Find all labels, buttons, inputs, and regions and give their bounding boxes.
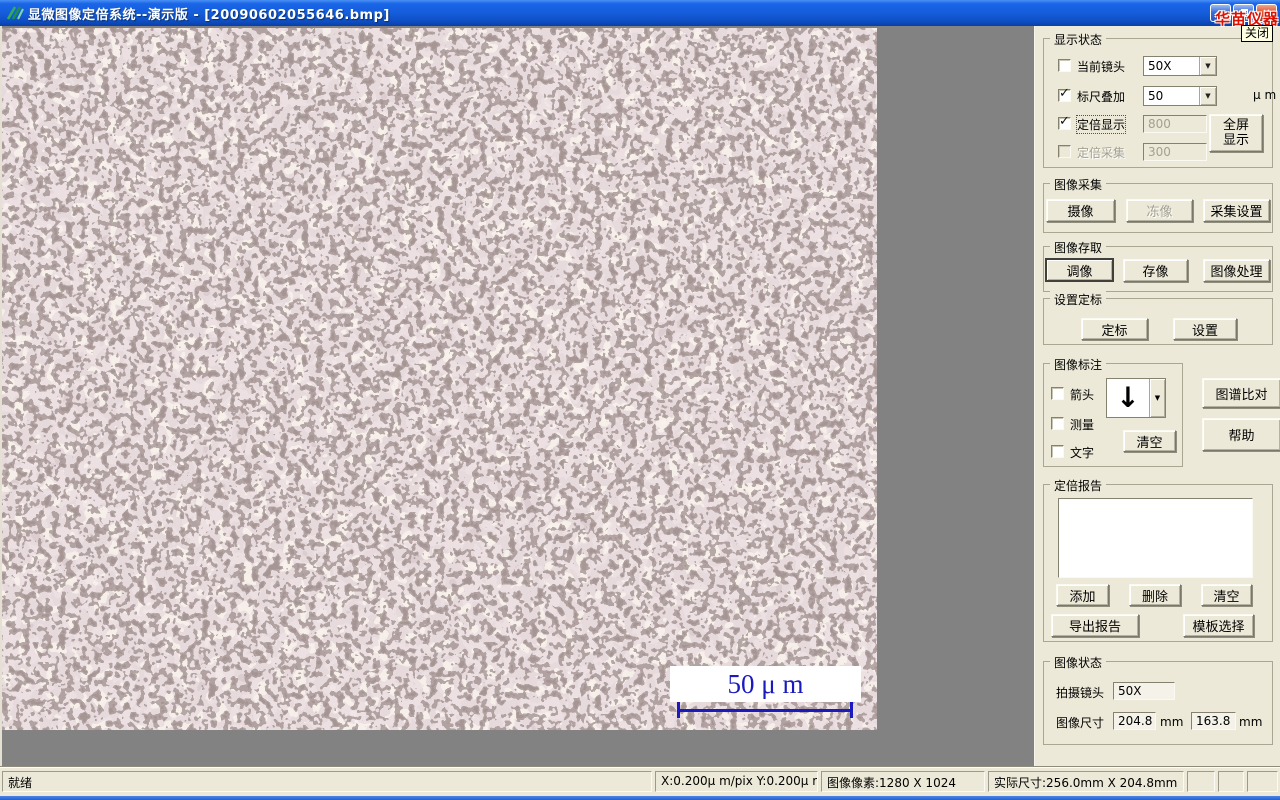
image-width-value: 204.8: [1113, 712, 1156, 730]
chevron-down-icon: ▼: [1205, 62, 1211, 70]
image-process-button[interactable]: 图像处理: [1203, 259, 1270, 282]
report-delete-button[interactable]: 删除: [1129, 584, 1181, 606]
help-button[interactable]: 帮助: [1202, 418, 1280, 451]
current-lens-select[interactable]: 50X ▼: [1143, 56, 1217, 76]
current-lens-value: 50X: [1148, 59, 1172, 73]
group-annotation-title: 图像标注: [1050, 356, 1107, 373]
scale-bar-tick-left: [677, 702, 680, 718]
annotation-clear-button[interactable]: 清空: [1123, 430, 1176, 452]
group-calibration-title: 设置定标: [1050, 291, 1107, 308]
group-image-status-title: 图像状态: [1050, 654, 1107, 671]
report-add-button[interactable]: 添加: [1056, 584, 1109, 606]
arrow-style-dropdown-button[interactable]: ▼: [1149, 379, 1165, 417]
fullscreen-label-line1: 全屏: [1222, 118, 1249, 133]
export-report-button[interactable]: 导出报告: [1051, 614, 1139, 637]
status-actual-size: 实际尺寸:256.0mm X 204.8mm: [988, 771, 1184, 792]
group-capture: 图像采集 摄像 冻像 采集设置: [1043, 176, 1273, 233]
image-height-value: 163.8: [1191, 712, 1236, 730]
shoot-lens-label: 拍摄镜头: [1056, 686, 1105, 700]
image-height-unit: mm: [1239, 715, 1263, 729]
status-ready: 就绪: [2, 771, 652, 792]
ruler-overlay-checkbox[interactable]: ✓: [1058, 86, 1071, 102]
fullscreen-label-line2: 显示: [1222, 133, 1249, 148]
status-pixel-scale: X:0.200μ m/pix Y:0.200μ m/pix: [655, 771, 818, 792]
current-lens-label: 当前镜头: [1077, 60, 1126, 74]
fixed-display-checkbox[interactable]: ✓: [1058, 114, 1071, 130]
fixed-capture-label: 定倍采集: [1077, 146, 1126, 160]
group-display-status-title: 显示状态: [1050, 31, 1107, 48]
atlas-compare-button[interactable]: 图谱比对: [1202, 378, 1280, 408]
text-label: 文字: [1070, 446, 1095, 460]
scale-bar-tick-right: [850, 702, 853, 718]
arrow-style-select[interactable]: ↓ ▼: [1106, 378, 1166, 418]
calibrate-button[interactable]: 定标: [1081, 318, 1148, 340]
status-bar: 就绪 X:0.200μ m/pix Y:0.200μ m/pix 图像像素:12…: [0, 766, 1280, 796]
group-capture-title: 图像采集: [1050, 176, 1107, 193]
group-storage: 图像存取 调像 存像 图像处理: [1043, 239, 1273, 292]
capture-settings-button[interactable]: 采集设置: [1203, 199, 1270, 222]
scale-bar-text: 50 μ m: [727, 668, 804, 699]
arrow-checkbox[interactable]: [1051, 387, 1064, 400]
status-extra-panel-1: [1187, 771, 1215, 792]
group-image-status: 图像状态 拍摄镜头 50X 图像尺寸 204.8 mm 163.8 mm: [1043, 654, 1273, 745]
chevron-down-icon: ▼: [1205, 92, 1211, 100]
window-bottom-border: [0, 796, 1280, 800]
fixed-display-input: 800: [1143, 115, 1207, 133]
freeze-button: 冻像: [1126, 199, 1193, 222]
current-lens-dropdown-button[interactable]: ▼: [1199, 57, 1216, 75]
control-panel: 显示状态 当前镜头 50X ▼ ✓ 标尺叠加 50 ▼ μ m ✓ 定倍显示 8…: [1034, 26, 1280, 766]
status-extra-panel-3: [1247, 771, 1278, 792]
scale-bar-line: [677, 709, 853, 712]
group-storage-title: 图像存取: [1050, 239, 1107, 256]
shoot-button[interactable]: 摄像: [1046, 199, 1115, 222]
image-size-label: 图像尺寸: [1056, 716, 1105, 730]
group-report: 定倍报告 添加 删除 清空 导出报告 模板选择: [1043, 477, 1273, 642]
current-lens-checkbox[interactable]: [1058, 59, 1071, 72]
group-calibration: 设置定标 定标 设置: [1043, 291, 1273, 345]
report-clear-button[interactable]: 清空: [1201, 584, 1252, 606]
ruler-unit-label: μ m: [1253, 88, 1277, 102]
ruler-value-dropdown-button[interactable]: ▼: [1199, 87, 1216, 105]
arrow-down-icon: ↓: [1116, 381, 1140, 414]
measure-checkbox[interactable]: [1051, 417, 1064, 430]
fixed-display-label: 定倍显示: [1075, 115, 1127, 134]
save-image-button[interactable]: 存像: [1123, 259, 1188, 282]
ruler-overlay-label: 标尺叠加: [1077, 90, 1126, 104]
title-bar[interactable]: 显微图像定倍系统--演示版 - [20090602055646.bmp]: [0, 0, 1280, 26]
report-listbox[interactable]: [1058, 498, 1253, 578]
status-extra-panel-2: [1218, 771, 1244, 792]
status-image-pixels: 图像像素:1280 X 1024: [821, 771, 985, 792]
shoot-lens-value: 50X: [1113, 682, 1175, 700]
arrow-label: 箭头: [1070, 388, 1095, 402]
window-title: 显微图像定倍系统--演示版 - [20090602055646.bmp]: [28, 7, 390, 23]
micrograph-image[interactable]: 50 μ m: [2, 28, 877, 730]
group-display-status: 显示状态 当前镜头 50X ▼ ✓ 标尺叠加 50 ▼ μ m ✓ 定倍显示 8…: [1043, 31, 1277, 168]
fullscreen-button[interactable]: 全屏 显示: [1209, 114, 1263, 152]
measure-label: 测量: [1070, 418, 1095, 432]
client-area: 50 μ m 显示状态 当前镜头 50X ▼ ✓ 标尺叠加 50 ▼ μ m ✓…: [0, 26, 1280, 766]
fixed-capture-input: 300: [1143, 143, 1207, 161]
group-annotation: 图像标注 箭头 ↓ ▼ 测量 清空 文字: [1043, 356, 1183, 467]
ruler-value-select[interactable]: 50 ▼: [1143, 86, 1217, 106]
ruler-value: 50: [1148, 89, 1164, 103]
text-checkbox[interactable]: [1051, 445, 1064, 458]
template-select-button[interactable]: 模板选择: [1183, 614, 1254, 637]
group-report-title: 定倍报告: [1050, 477, 1107, 494]
settings-button[interactable]: 设置: [1173, 318, 1237, 340]
scale-bar-label-box: 50 μ m: [670, 666, 861, 702]
fixed-capture-checkbox: [1058, 145, 1071, 158]
app-window: 显微图像定倍系统--演示版 - [20090602055646.bmp] — ✕…: [0, 0, 1280, 800]
image-width-unit: mm: [1160, 715, 1184, 729]
close-tooltip: 关闭: [1241, 25, 1274, 42]
chevron-down-icon: ▼: [1154, 394, 1161, 402]
image-viewport: 50 μ m: [0, 26, 1034, 766]
app-icon: [6, 6, 24, 20]
load-image-button[interactable]: 调像: [1045, 258, 1114, 282]
